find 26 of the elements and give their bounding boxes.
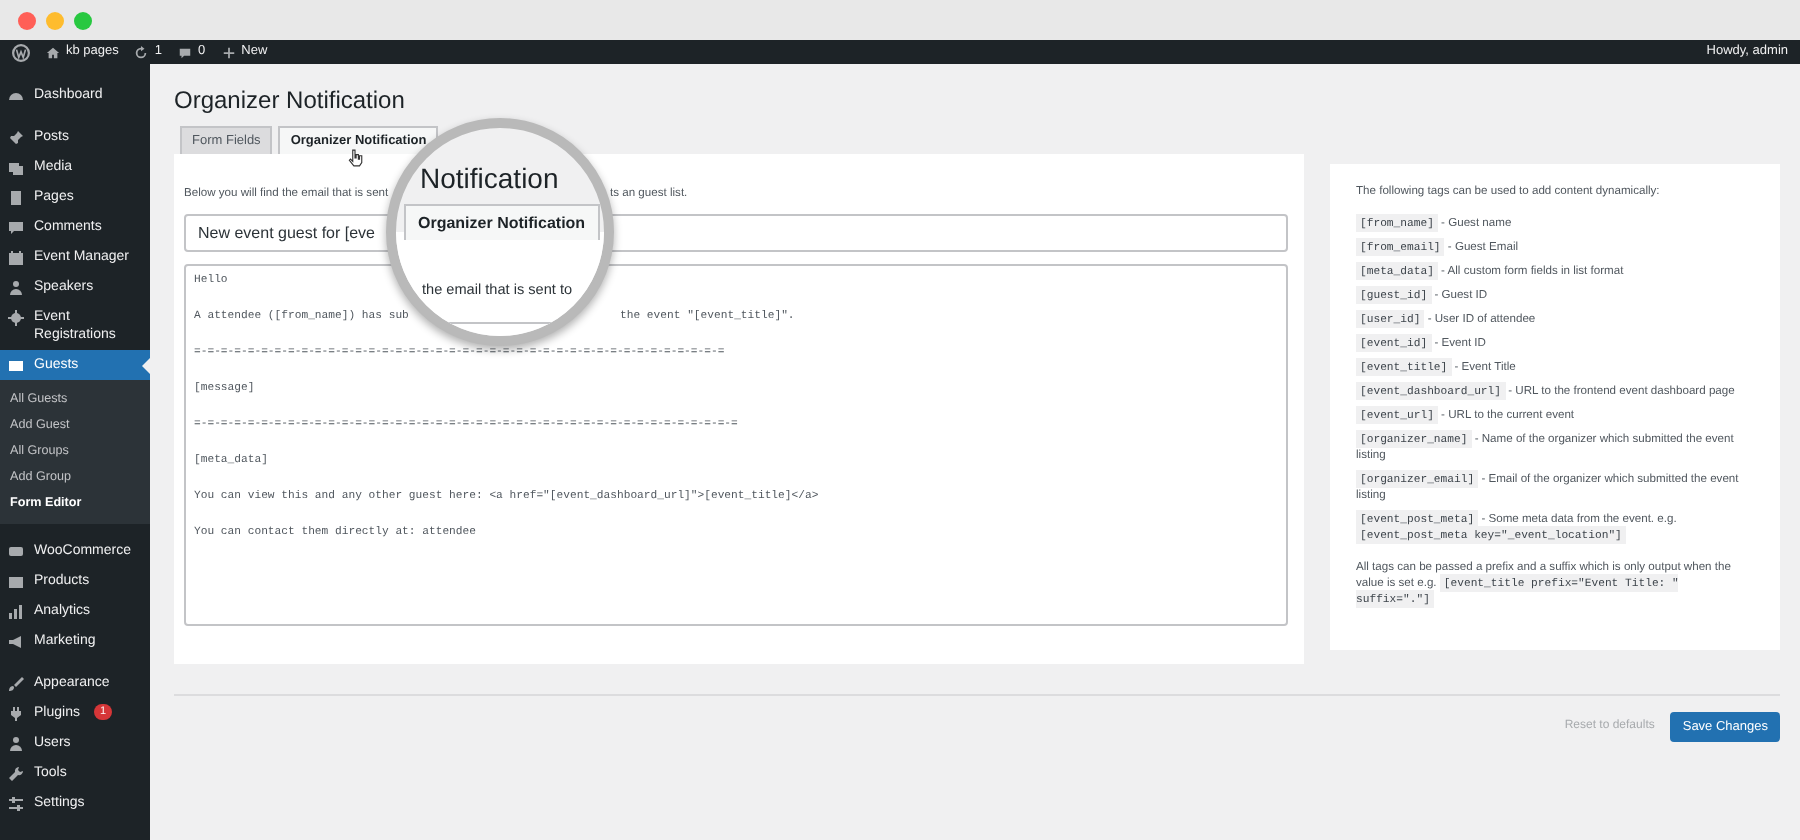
sliders-icon xyxy=(8,795,24,811)
page-title: Organizer Notification xyxy=(174,86,407,114)
speech-bubble-icon xyxy=(8,219,24,235)
magnified-heading: Notification xyxy=(420,160,559,196)
home-icon xyxy=(46,45,60,59)
chat-bubble-icon xyxy=(8,543,24,559)
calendar-icon xyxy=(8,249,24,265)
speech-bubble-icon xyxy=(178,45,193,59)
photo-stack-icon xyxy=(8,159,24,175)
plug-icon xyxy=(8,705,24,721)
maximize-window-button[interactable] xyxy=(74,11,92,29)
brush-icon xyxy=(8,675,24,691)
refresh-icon xyxy=(134,45,149,59)
megaphone-icon xyxy=(8,633,24,649)
wrench-icon xyxy=(8,765,24,781)
plus-icon xyxy=(221,45,236,59)
box-icon xyxy=(8,573,24,589)
person-icon xyxy=(8,735,24,751)
person-icon xyxy=(8,279,24,295)
close-window-button[interactable] xyxy=(18,11,36,29)
page-icon xyxy=(8,189,24,205)
bar-chart-icon xyxy=(8,603,24,619)
w-logo-icon[interactable] xyxy=(12,43,30,61)
pin-icon xyxy=(8,129,24,145)
email-body-field[interactable] xyxy=(184,264,1288,626)
minimize-window-button[interactable] xyxy=(46,11,64,29)
